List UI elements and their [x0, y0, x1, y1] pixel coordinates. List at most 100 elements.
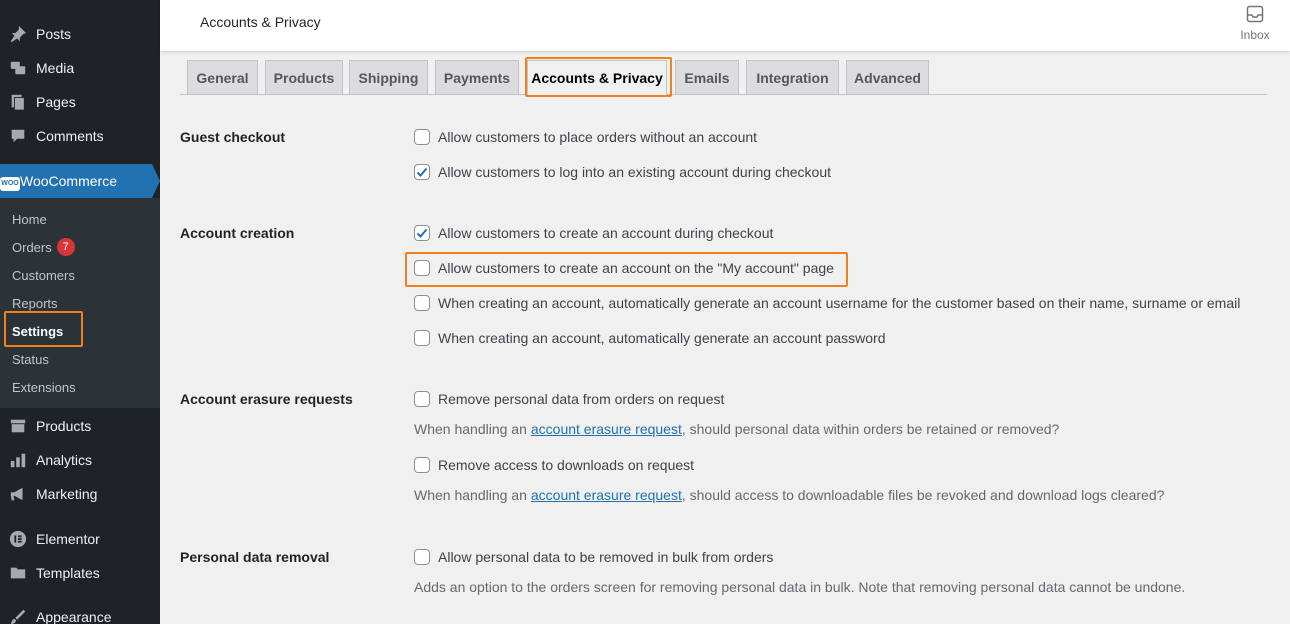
checkbox-checked[interactable] [414, 164, 430, 180]
archive-icon [8, 416, 28, 436]
tab-label: General [196, 69, 249, 86]
personal-data-removal-label: Personal data removal [180, 549, 330, 565]
submenu-item-customers[interactable]: Customers [12, 264, 75, 286]
option-label: Remove access to downloads on request [438, 457, 695, 473]
submenu-label: Extensions [12, 379, 76, 395]
megaphone-icon [8, 484, 28, 504]
submenu-item-extensions[interactable]: Extensions [12, 376, 76, 398]
erasure-request-link[interactable]: account erasure request [531, 421, 682, 437]
tab-advanced[interactable]: Advanced [846, 60, 929, 94]
bar-chart-icon [8, 450, 28, 470]
top-header: Accounts & Privacy Inbox [160, 0, 1290, 51]
tab-emails[interactable]: Emails [675, 60, 739, 94]
account-creation-option-3[interactable]: When creating an account, automatically … [414, 293, 1240, 313]
tab-label: Payments [443, 69, 511, 86]
menu-item-products[interactable]: Products [0, 409, 160, 443]
admin-sidebar: Posts Media Pages Comments WOO WooCommer… [0, 0, 160, 624]
menu-item-marketing[interactable]: Marketing [0, 477, 160, 511]
my-account-option-highlight [405, 252, 848, 287]
page-title: Accounts & Privacy [200, 14, 321, 30]
tab-label: Products [273, 69, 335, 86]
woocommerce-submenu: Home Orders 7 Customers Reports Settings … [0, 198, 160, 408]
erasure-option-1[interactable]: Remove personal data from orders on requ… [414, 389, 724, 409]
erasure-option-2[interactable]: Remove access to downloads on request [414, 455, 694, 475]
menu-item-label: Appearance [36, 609, 112, 624]
folder-icon [8, 563, 28, 583]
elementor-icon [8, 529, 28, 549]
menu-item-appearance[interactable]: Appearance [0, 600, 160, 624]
checkbox[interactable] [414, 549, 430, 565]
checkbox[interactable] [414, 295, 430, 311]
menu-item-woocommerce[interactable]: WOO WooCommerce [0, 164, 152, 198]
erasure-request-link[interactable]: account erasure request [531, 487, 682, 503]
settings-highlight [4, 311, 83, 347]
menu-arrow [152, 164, 160, 198]
option-label: When creating an account, automatically … [438, 330, 886, 346]
orders-count-badge: 7 [56, 238, 75, 256]
tab-shipping[interactable]: Shipping [349, 60, 428, 94]
menu-item-elementor[interactable]: Elementor [0, 522, 160, 556]
account-creation-option-1[interactable]: Allow customers to create an account dur… [414, 223, 773, 243]
menu-item-label: Templates [36, 565, 100, 581]
menu-item-comments[interactable]: Comments [0, 119, 160, 153]
tab-payments[interactable]: Payments [435, 60, 519, 94]
tab-label: Advanced [854, 69, 921, 86]
erasure-description-2: When handling an account erasure request,… [414, 485, 1164, 505]
inbox-icon [1246, 5, 1264, 23]
tab-label: Integration [756, 69, 829, 86]
active-tab-highlight [525, 57, 672, 97]
menu-item-label: Products [36, 418, 92, 434]
woo-icon-text: WOO [0, 176, 20, 191]
option-label: Allow customers to create an account dur… [438, 225, 774, 241]
guest-checkout-option-2[interactable]: Allow customers to log into an existing … [414, 162, 831, 182]
submenu-label: Home [12, 211, 47, 227]
submenu-item-orders[interactable]: Orders 7 [12, 236, 75, 258]
checkbox[interactable] [414, 129, 430, 145]
checkbox-checked[interactable] [414, 225, 430, 241]
account-creation-option-4[interactable]: When creating an account, automatically … [414, 328, 886, 348]
removal-option-1[interactable]: Allow personal data to be removed in bul… [414, 547, 773, 567]
desc-text: , should personal data within orders be … [681, 421, 1060, 437]
menu-item-pages[interactable]: Pages [0, 85, 160, 119]
tab-general[interactable]: General [187, 60, 258, 94]
pages-icon [8, 92, 28, 112]
checkbox[interactable] [414, 457, 430, 473]
menu-item-label: Analytics [36, 452, 93, 468]
guest-checkout-option-1[interactable]: Allow customers to place orders without … [414, 127, 757, 147]
tab-integration[interactable]: Integration [746, 60, 839, 94]
desc-text: , should access to downloadable files be… [681, 487, 1165, 503]
removal-description: Adds an option to the orders screen for … [414, 579, 1186, 595]
pin-icon [8, 24, 28, 44]
option-label: When creating an account, automatically … [438, 295, 1241, 311]
menu-item-media[interactable]: Media [0, 51, 160, 85]
option-label: Allow personal data to be removed in bul… [438, 549, 774, 565]
menu-item-label: Elementor [36, 531, 100, 547]
submenu-label: Customers [12, 267, 75, 283]
settings-tabs: General Products Shipping Payments Accou… [180, 60, 1267, 95]
option-label: Remove personal data from orders on requ… [438, 391, 725, 407]
submenu-item-home[interactable]: Home [12, 208, 47, 230]
woo-icon: WOO [0, 172, 20, 191]
submenu-label: Reports [12, 295, 58, 311]
menu-item-label: Marketing [36, 486, 98, 502]
checkmark-icon [416, 228, 428, 238]
guest-checkout-label: Guest checkout [180, 129, 286, 145]
option-label: Allow customers to log into an existing … [438, 164, 831, 180]
erasure-description-1: When handling an account erasure request,… [414, 419, 1059, 439]
inbox-button[interactable]: Inbox [1230, 4, 1280, 44]
brush-icon [8, 607, 28, 624]
menu-item-label: Media [36, 60, 75, 76]
checkbox[interactable] [414, 391, 430, 407]
tab-products[interactable]: Products [265, 60, 343, 94]
menu-item-analytics[interactable]: Analytics [0, 443, 160, 477]
submenu-item-status[interactable]: Status [12, 348, 49, 370]
menu-item-label: Comments [36, 128, 104, 144]
desc-text: When handling an [414, 487, 527, 503]
menu-item-templates[interactable]: Templates [0, 556, 160, 590]
account-creation-label: Account creation [180, 225, 295, 241]
checkbox[interactable] [414, 330, 430, 346]
menu-item-posts[interactable]: Posts [0, 17, 160, 51]
erasure-requests-label: Account erasure requests [180, 391, 353, 407]
option-label: Allow customers to place orders without … [438, 129, 758, 145]
tab-label: Emails [684, 69, 730, 86]
